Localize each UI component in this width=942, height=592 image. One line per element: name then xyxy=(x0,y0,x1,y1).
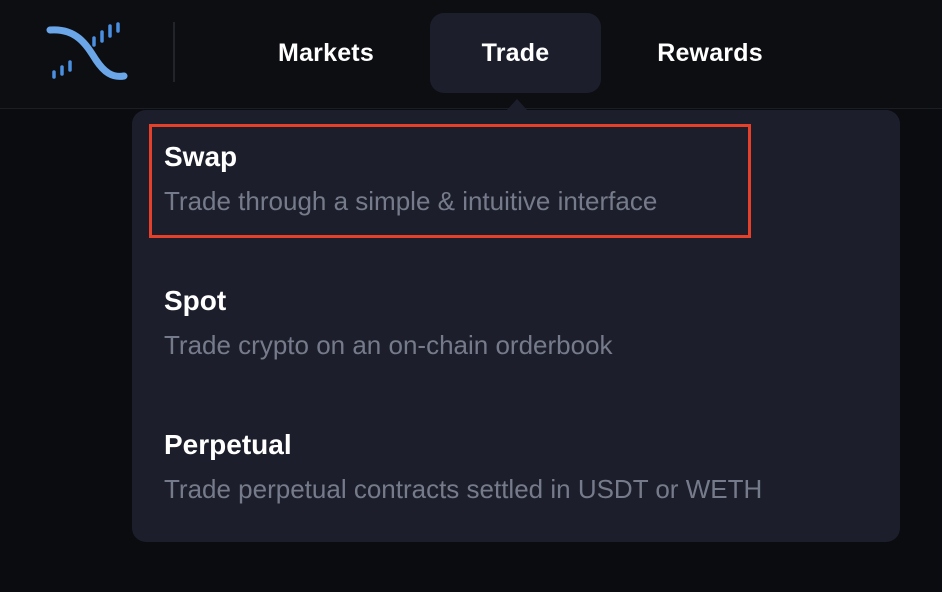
nav-divider xyxy=(173,22,175,82)
dropdown-caret-icon xyxy=(507,99,527,110)
nav-tab-markets-label: Markets xyxy=(278,38,374,67)
nav-tab-markets[interactable]: Markets xyxy=(254,13,398,93)
menu-item-swap[interactable]: Swap Trade through a simple & intuitive … xyxy=(164,140,864,217)
nav-tab-trade-label: Trade xyxy=(481,38,550,67)
top-navigation-bar: Markets Trade Rewards xyxy=(0,0,942,109)
trade-dropdown-menu: Swap Trade through a simple & intuitive … xyxy=(132,110,900,542)
menu-item-perpetual-description: Trade perpetual contracts settled in USD… xyxy=(164,474,763,504)
menu-item-perpetual[interactable]: Perpetual Trade perpetual contracts sett… xyxy=(164,428,864,505)
menu-item-spot-title: Spot xyxy=(164,285,227,316)
nav-tab-rewards[interactable]: Rewards xyxy=(630,13,790,93)
page: Markets Trade Rewards Swap Trade through… xyxy=(0,0,942,592)
menu-item-swap-description: Trade through a simple & intuitive inter… xyxy=(164,186,658,216)
menu-item-swap-title: Swap xyxy=(164,141,238,172)
menu-item-spot-description: Trade crypto on an on-chain orderbook xyxy=(164,330,613,360)
brand-logo-icon[interactable] xyxy=(46,20,128,84)
menu-item-spot[interactable]: Spot Trade crypto on an on-chain orderbo… xyxy=(164,284,864,361)
nav-tab-trade[interactable]: Trade xyxy=(430,13,601,93)
nav-tab-rewards-label: Rewards xyxy=(657,38,763,67)
menu-item-perpetual-title: Perpetual xyxy=(164,429,292,460)
